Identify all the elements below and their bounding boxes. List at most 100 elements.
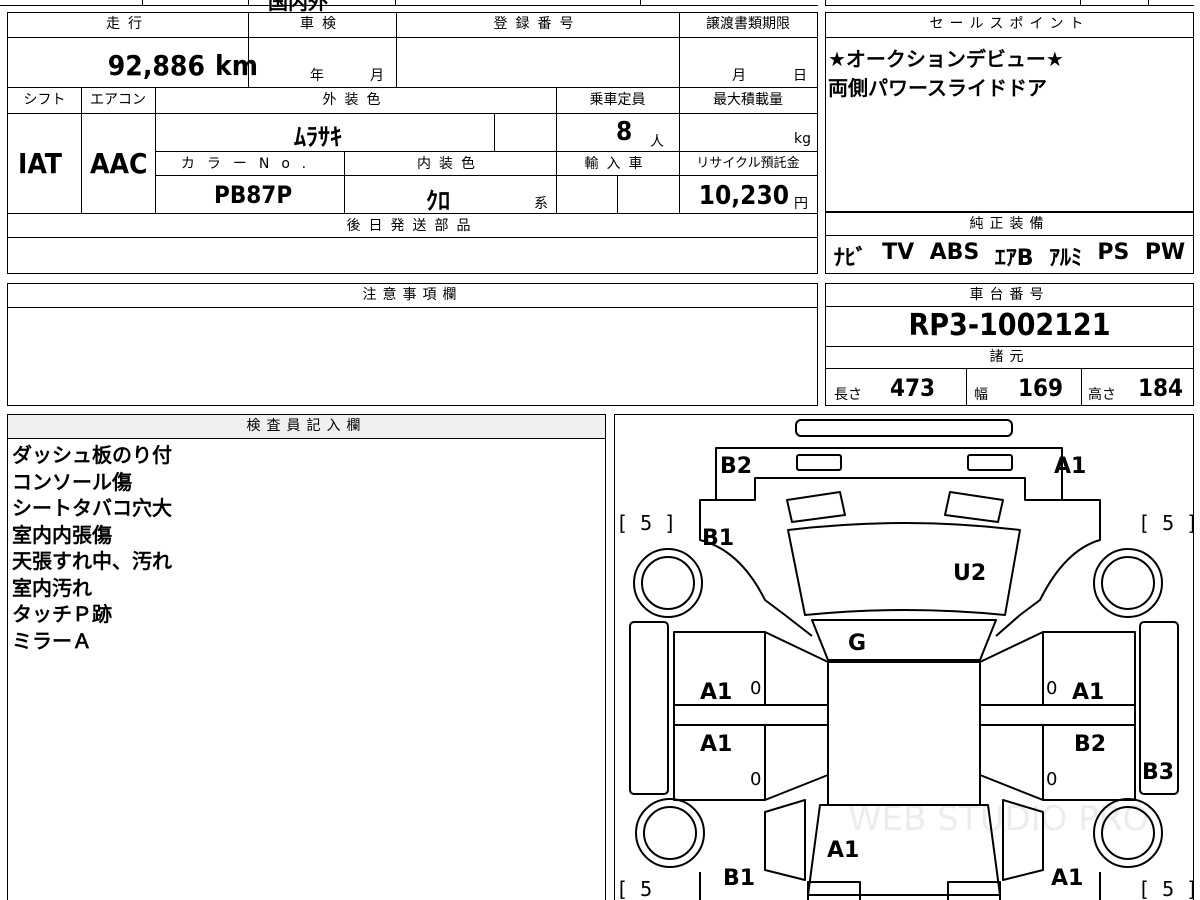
zero-mark: 0 bbox=[750, 769, 761, 790]
damage-label: B1 bbox=[702, 526, 734, 551]
inspector-note: 室内内張傷 bbox=[12, 522, 112, 547]
equipment-list: ﾅﾋﾞ TV ABS ｴｱB ｱﾙﾐ PS PW bbox=[826, 240, 1193, 272]
rear-left-wheel bbox=[635, 798, 705, 868]
right-front-door bbox=[979, 631, 1136, 706]
equipment-item: PS bbox=[1097, 240, 1130, 265]
sales-point-line: ★オークションデビュー★ bbox=[828, 47, 1064, 71]
inspection-month-unit: 月 bbox=[370, 68, 384, 84]
sales-point-line: 両側パワースライドドア bbox=[828, 76, 1047, 100]
shift-value: IAT bbox=[18, 147, 62, 180]
damage-label: U2 bbox=[953, 561, 986, 586]
interior-color-header: 内装色 bbox=[417, 156, 483, 172]
deadline-day-unit: 日 bbox=[793, 68, 807, 84]
damage-label: A1 bbox=[1054, 454, 1086, 479]
right-headlight bbox=[967, 454, 1013, 471]
damage-label: A1 bbox=[827, 838, 859, 863]
sales-points-header: セールスポイント bbox=[826, 13, 1193, 38]
tire-bracket: [ 5 ] bbox=[1138, 511, 1194, 535]
right-rear-door bbox=[979, 724, 1136, 801]
capacity-header: 乗車定員 bbox=[589, 92, 646, 108]
exterior-color-value: ﾑﾗｻｷ bbox=[294, 123, 342, 151]
height-label: 高さ bbox=[1088, 387, 1116, 403]
equipment-item: ｱﾙﾐ bbox=[1048, 246, 1082, 271]
sales-points-box: セールスポイント ★オークションデビュー★ 両側パワースライドドア bbox=[825, 12, 1194, 212]
notes-header: 注意事項欄 bbox=[8, 284, 817, 308]
notes-box: 注意事項欄 bbox=[7, 283, 818, 406]
inspector-box: 検査員記入欄 ダッシュ板のり付 コンソール傷 シートタバコ穴大 室内内張傷 天張… bbox=[7, 414, 606, 900]
inspector-header: 検査員記入欄 bbox=[8, 415, 605, 439]
max-load-header: 最大積載量 bbox=[713, 92, 783, 108]
car-diagram-box: [ 5 ] [ 5 ] [ 5 [ 5 ] B2 A1 B1 U2 G A1 A… bbox=[614, 414, 1194, 900]
equipment-item: ﾅﾋﾞ bbox=[833, 246, 867, 271]
exterior-color-header: 外装色 bbox=[322, 92, 389, 108]
damage-label: B3 bbox=[1142, 760, 1174, 785]
right-wiper bbox=[944, 491, 1004, 523]
mileage-header: 走行 bbox=[106, 16, 150, 32]
later-parts-header: 後日発送部品 bbox=[346, 218, 479, 234]
inspector-note: シートタバコ穴大 bbox=[12, 496, 172, 520]
color-no-header: カラーNo. bbox=[180, 156, 319, 172]
chassis-number: RP3-1002121 bbox=[908, 308, 1111, 343]
width-label: 幅 bbox=[974, 387, 988, 403]
tire-bracket: [ 5 ] bbox=[1138, 877, 1194, 900]
transfer-deadline-header: 譲渡書類期限 bbox=[706, 16, 790, 32]
width-value: 169 bbox=[1018, 374, 1064, 402]
aircon-header: エアコン bbox=[90, 92, 146, 108]
zero-mark: 0 bbox=[1046, 769, 1057, 790]
inspector-note: ミラーＡ bbox=[12, 628, 92, 653]
damage-label: A1 bbox=[700, 732, 732, 757]
color-no-value: PB87P bbox=[214, 181, 293, 209]
mileage-unit: km bbox=[215, 49, 258, 82]
equipment-item: PW bbox=[1144, 240, 1186, 265]
capacity-unit: 人 bbox=[650, 134, 664, 150]
equipment-item: ｴｱB bbox=[994, 246, 1034, 271]
specs-header: 諸元 bbox=[989, 349, 1030, 365]
interior-color-value: ｸﾛ bbox=[426, 187, 450, 215]
length-value: 473 bbox=[890, 374, 936, 402]
car-diagram: [ 5 ] [ 5 ] [ 5 [ 5 ] B2 A1 B1 U2 G A1 A… bbox=[616, 419, 1194, 900]
interior-color-suffix: 系 bbox=[534, 196, 548, 212]
tire-bracket: [ 5 ] bbox=[616, 511, 676, 535]
zero-mark: 0 bbox=[750, 678, 761, 699]
aircon-value: AAC bbox=[90, 147, 148, 180]
damage-label: B2 bbox=[1074, 732, 1106, 757]
equipment-item: TV bbox=[882, 240, 915, 265]
length-label: 長さ bbox=[834, 387, 862, 403]
damage-label: G bbox=[848, 631, 866, 656]
equipment-item: ABS bbox=[929, 240, 980, 265]
recycle-fee-unit: 円 bbox=[794, 196, 808, 212]
top-strip: 国内外 bbox=[0, 0, 1200, 14]
damage-label: B2 bbox=[720, 454, 752, 479]
watermark: WEB STUDIO PRO bbox=[848, 799, 1149, 839]
inspector-note: 天張すれ中、汚れ bbox=[12, 549, 172, 573]
inspector-notes-list: ダッシュ板のり付 コンソール傷 シートタバコ穴大 室内内張傷 天張すれ中、汚れ … bbox=[12, 442, 172, 654]
import-header: 輸入車 bbox=[584, 156, 651, 172]
max-load-unit: kg bbox=[794, 131, 811, 147]
rear-bumper-left bbox=[807, 881, 861, 900]
recycle-fee-header: リサイクル預託金 bbox=[696, 156, 800, 171]
damage-label: B1 bbox=[723, 866, 755, 891]
registration-header: 登録番号 bbox=[493, 16, 582, 32]
damage-label: A1 bbox=[1051, 866, 1083, 891]
front-left-wheel bbox=[633, 548, 703, 618]
height-value: 184 bbox=[1138, 374, 1184, 402]
inspector-note: 室内汚れ bbox=[12, 575, 92, 600]
chassis-box: 車台番号 RP3-1002121 諸元 長さ 473 幅 169 高さ 184 bbox=[825, 283, 1194, 406]
mileage-value: 92,886 bbox=[107, 49, 205, 82]
front-right-wheel bbox=[1093, 548, 1163, 618]
inspection-header: 車検 bbox=[300, 16, 344, 32]
body-right-outline bbox=[995, 499, 1101, 637]
rear-bumper-right bbox=[947, 881, 1001, 900]
damage-label: A1 bbox=[700, 680, 732, 705]
left-headlight bbox=[796, 454, 842, 471]
vehicle-info-table: 走行 車検 登録番号 譲渡書類期限 92,886 km 年 月 月 日 シフト … bbox=[7, 12, 818, 274]
equipment-box: 純正装備 ﾅﾋﾞ TV ABS ｴｱB ｱﾙﾐ PS PW bbox=[825, 212, 1194, 274]
shift-header: シフト bbox=[23, 92, 66, 108]
left-wiper bbox=[786, 491, 846, 523]
recycle-fee-value: 10,230 bbox=[698, 181, 789, 211]
chassis-header: 車台番号 bbox=[826, 284, 1193, 307]
left-sill bbox=[629, 621, 669, 795]
roof bbox=[827, 661, 981, 806]
inspector-note: コンソール傷 bbox=[12, 469, 132, 494]
left-rear-quarter bbox=[764, 799, 806, 881]
